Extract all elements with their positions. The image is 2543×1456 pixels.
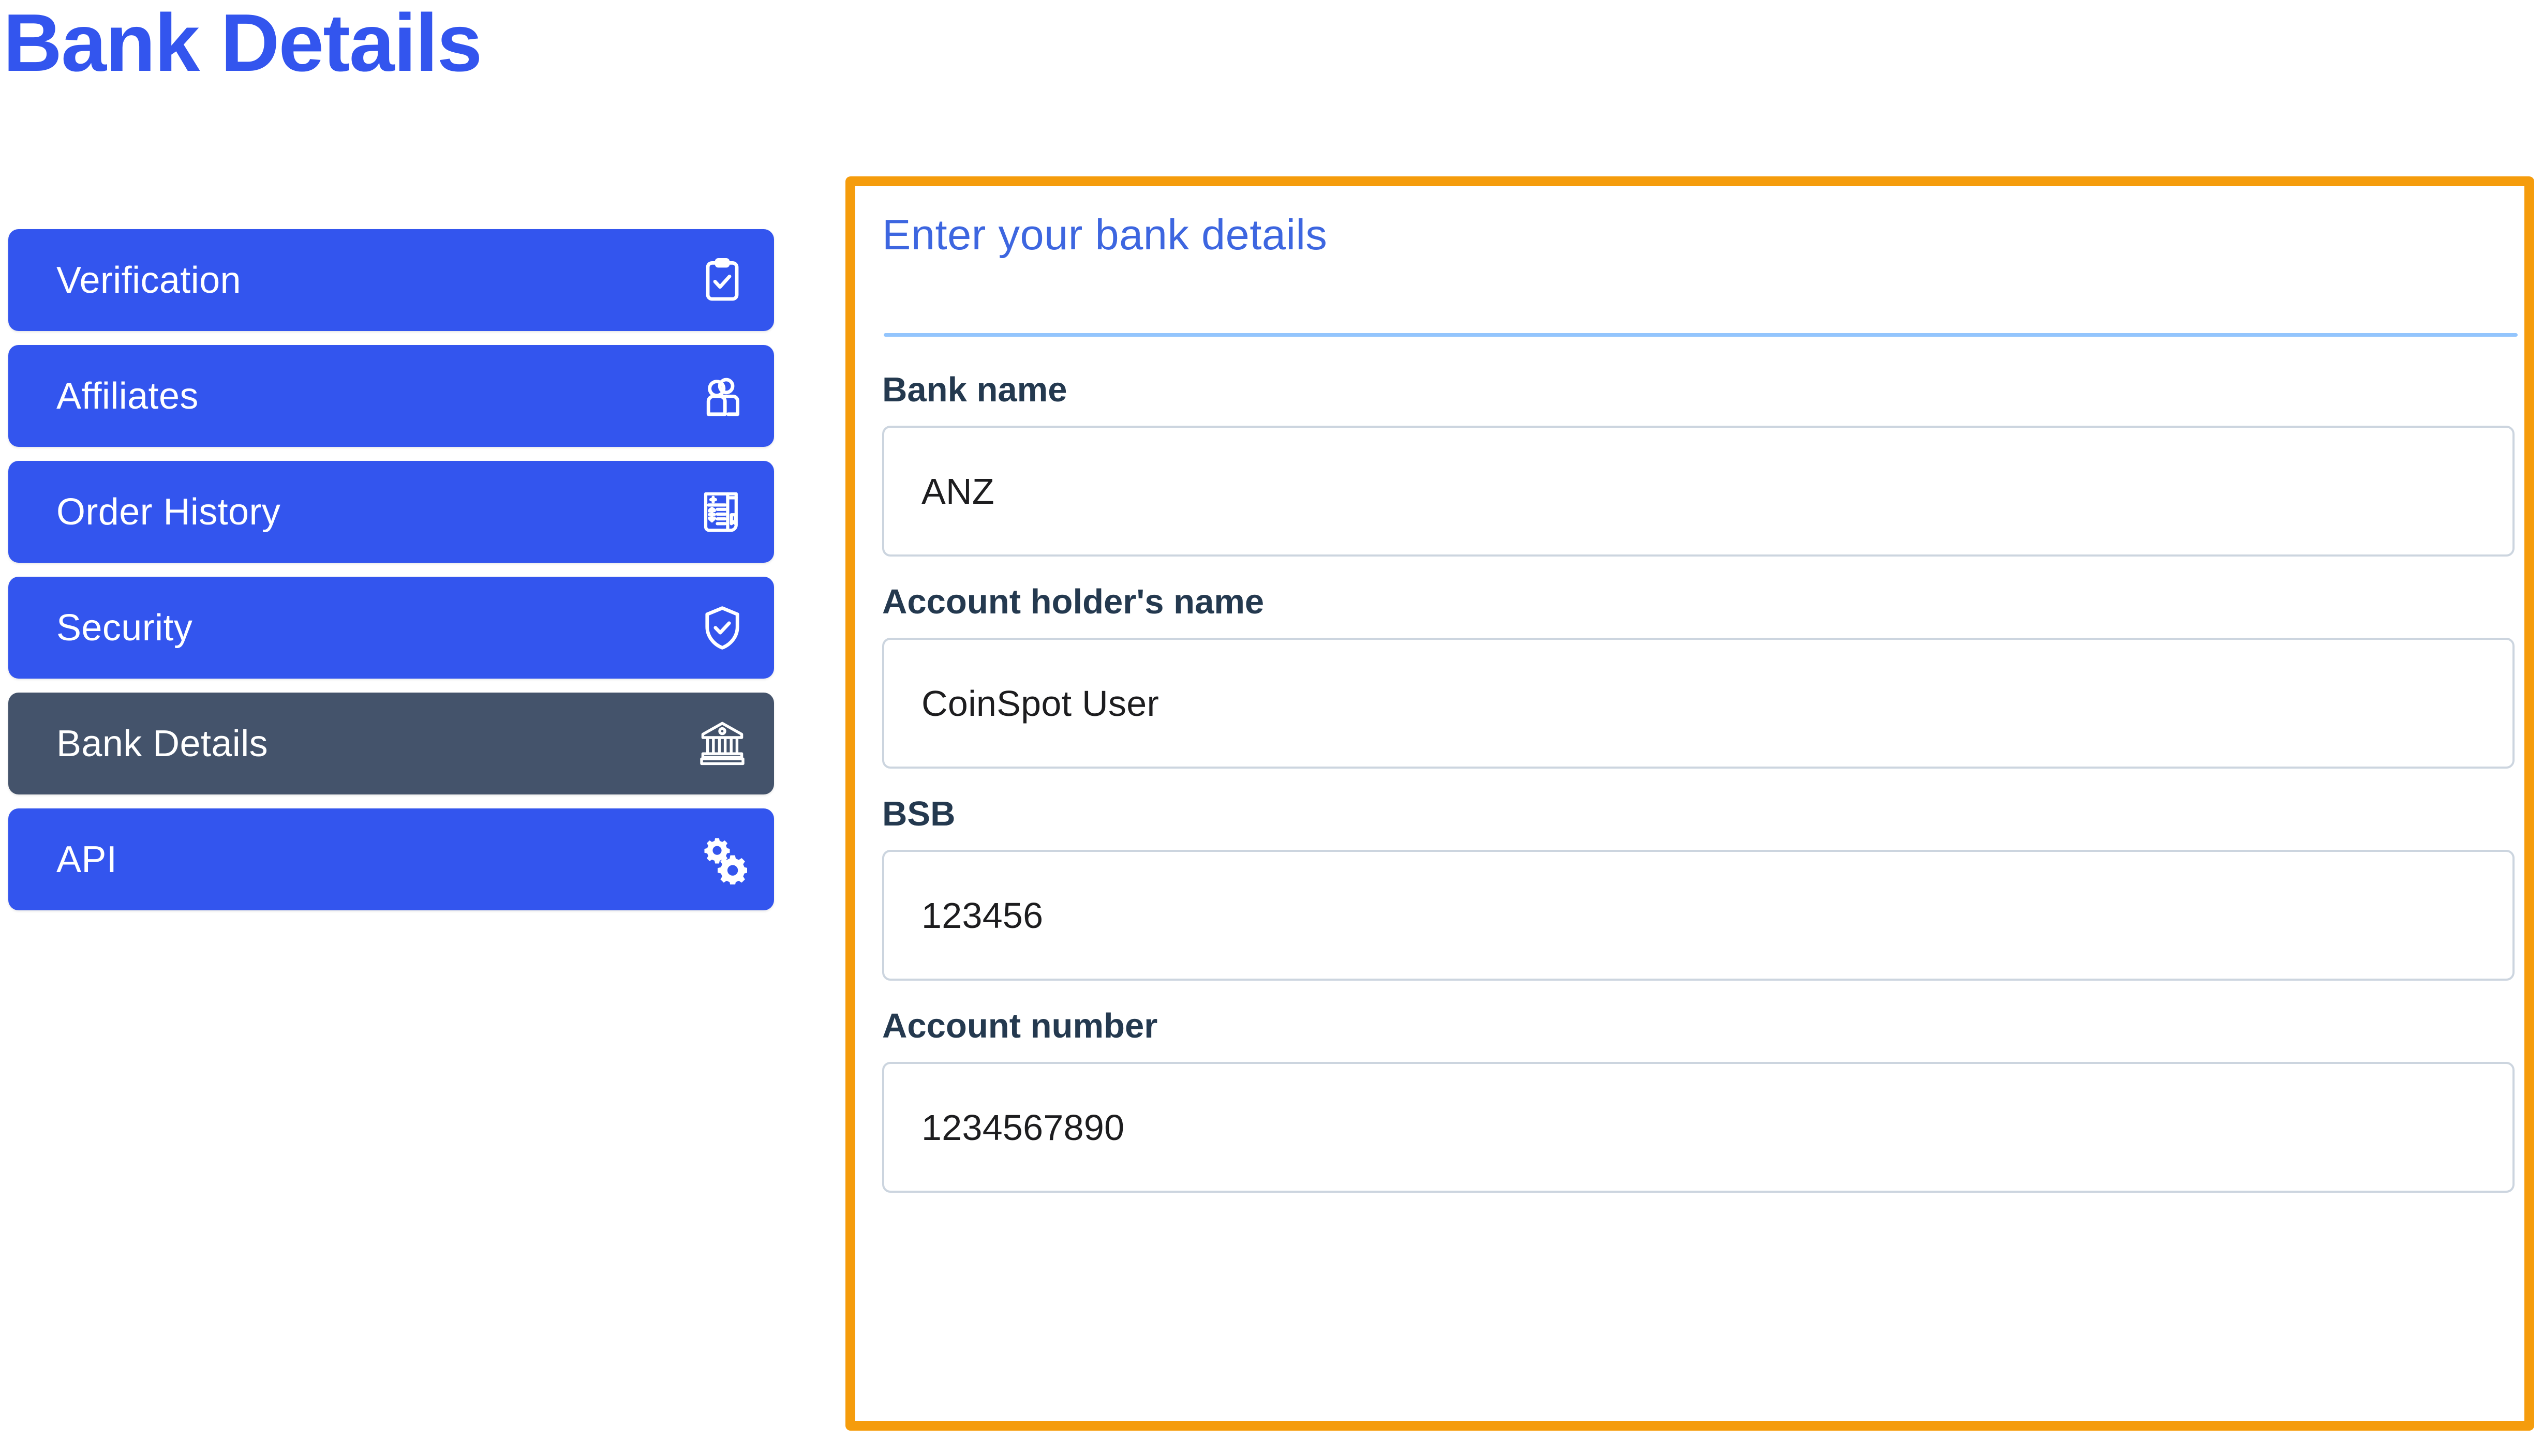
panel-divider xyxy=(884,333,2518,337)
sidebar-item-label: Affiliates xyxy=(56,375,199,417)
sidebar-item-label: API xyxy=(56,838,117,880)
account-holder-name-input[interactable]: CoinSpot User xyxy=(882,638,2515,769)
field-label: Bank name xyxy=(882,370,1067,409)
page-title: Bank Details xyxy=(3,0,482,88)
sidebar-item-label: Order History xyxy=(56,491,281,533)
bank-name-input[interactable]: ANZ xyxy=(882,426,2515,557)
sidebar-item-label: Verification xyxy=(56,259,241,301)
field-label: Account holder's name xyxy=(882,582,1265,621)
users-icon xyxy=(697,371,747,421)
field-label: Account number xyxy=(882,1007,1158,1045)
invoice-receipt-icon xyxy=(697,487,747,537)
bank-details-panel: Enter your bank details Bank name ANZ Ac… xyxy=(845,176,2534,1431)
bank-building-icon xyxy=(697,719,747,769)
bank-details-form: Bank name ANZ Account holder's name Coin… xyxy=(882,372,2517,1193)
field-bank-name: Bank name ANZ xyxy=(882,372,2517,557)
sidebar-item-affiliates[interactable]: Affiliates xyxy=(8,345,774,447)
sidebar-item-order-history[interactable]: Order History xyxy=(8,461,774,563)
field-account-holder-name: Account holder's name CoinSpot User xyxy=(882,584,2517,769)
panel-heading: Enter your bank details xyxy=(882,211,1328,259)
gears-icon xyxy=(697,835,747,884)
field-label: BSB xyxy=(882,794,956,833)
sidebar-item-api[interactable]: API xyxy=(8,808,774,910)
clipboard-check-icon xyxy=(697,256,747,305)
sidebar-item-security[interactable]: Security xyxy=(8,577,774,679)
sidebar-item-label: Bank Details xyxy=(56,723,268,764)
account-number-input[interactable]: 1234567890 xyxy=(882,1062,2515,1193)
shield-check-icon xyxy=(697,603,747,653)
bsb-input[interactable]: 123456 xyxy=(882,850,2515,981)
field-account-number: Account number 1234567890 xyxy=(882,1009,2517,1193)
sidebar-item-verification[interactable]: Verification xyxy=(8,229,774,331)
settings-sidebar: Verification Affiliates Order History Se… xyxy=(8,229,774,924)
field-bsb: BSB 123456 xyxy=(882,797,2517,981)
sidebar-item-bank-details[interactable]: Bank Details xyxy=(8,693,774,794)
sidebar-item-label: Security xyxy=(56,607,193,649)
